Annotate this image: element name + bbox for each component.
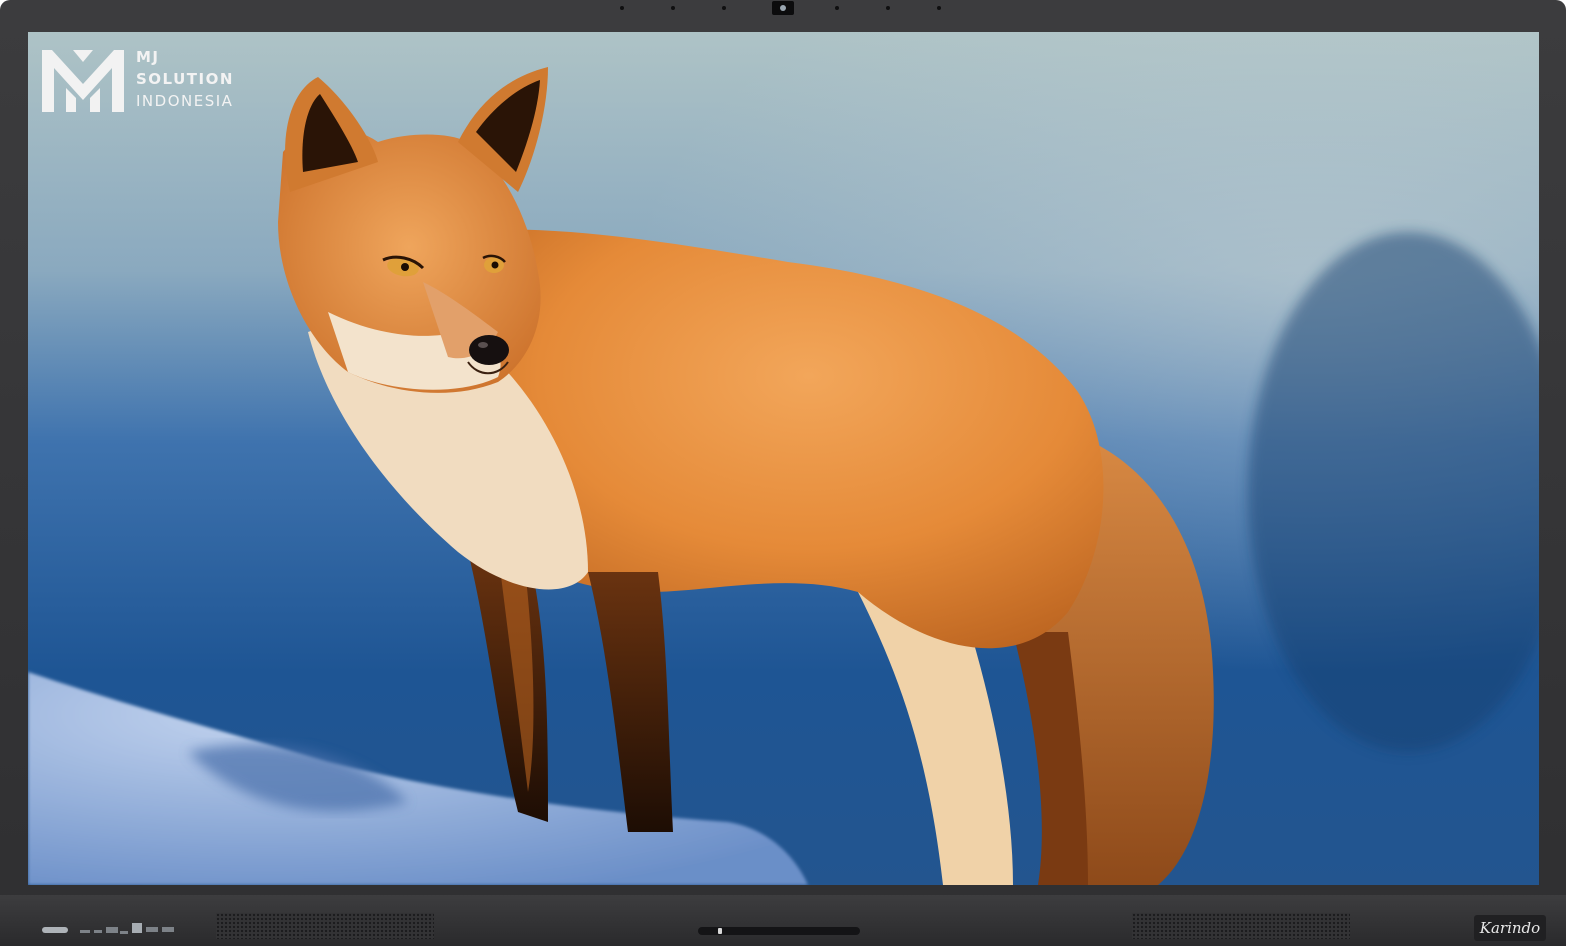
fox-photo — [28, 32, 1539, 885]
speaker-grille-right — [1132, 913, 1350, 939]
display-screen: MJ SOLUTION INDONESIA — [28, 32, 1539, 885]
brand-logo: Karindo — [1474, 915, 1546, 941]
bezel-sensor-dot — [671, 6, 675, 10]
bezel-sensor-dot — [722, 6, 726, 10]
logo-line-3: INDONESIA — [136, 92, 234, 110]
logo-text: MJ SOLUTION INDONESIA — [136, 46, 234, 112]
power-button-icon[interactable] — [42, 927, 68, 933]
logo-line-2: SOLUTION — [136, 70, 234, 88]
bezel-sensor-dot — [835, 6, 839, 10]
bezel-bottom-bar: Karindo — [0, 895, 1566, 946]
mj-logo-icon — [42, 50, 124, 112]
mj-solution-logo: MJ SOLUTION INDONESIA — [42, 46, 234, 116]
bezel-sensor-dot — [886, 6, 890, 10]
display-bezel: MJ SOLUTION INDONESIA Karindo — [0, 0, 1566, 946]
camera-icon — [772, 1, 794, 15]
bezel-sensor-dot — [620, 6, 624, 10]
logo-line-1: MJ — [136, 48, 160, 66]
speaker-grille-left — [216, 913, 434, 939]
bezel-sensor-dot — [937, 6, 941, 10]
front-ports — [80, 923, 174, 934]
pen-slot — [698, 927, 860, 935]
